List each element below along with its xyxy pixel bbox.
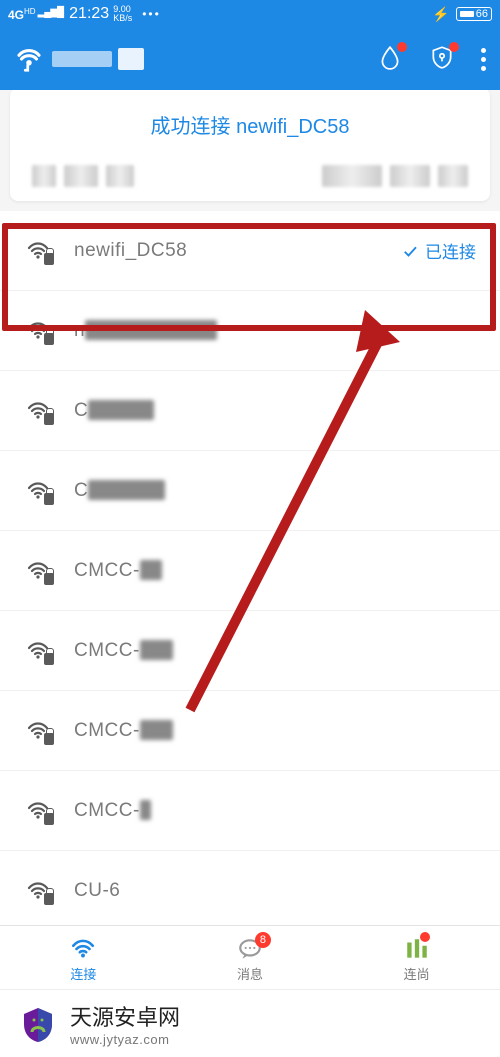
net-speed: 9.00KB/s — [113, 5, 132, 23]
wifi-row[interactable]: C — [0, 451, 500, 531]
wifi-lock-icon — [24, 639, 52, 663]
wifi-lock-icon — [24, 479, 52, 503]
nav-badge: 8 — [255, 932, 271, 948]
wifi-ssid: C — [74, 400, 154, 422]
watermark-logo-icon — [18, 1004, 58, 1044]
wifi-ssid: n — [74, 320, 217, 342]
wifi-ssid: CU-6 — [74, 880, 120, 902]
connection-success-card: 成功连接 newifi_DC58 — [10, 88, 490, 201]
wifi-row[interactable]: newifi_DC58 已连接 — [0, 211, 500, 291]
wifi-lock-icon — [24, 319, 52, 343]
wifi-lock-icon — [24, 239, 52, 263]
watermark-name: 天源安卓网 — [70, 1000, 180, 1032]
nav-label: 连接 — [70, 964, 96, 983]
wifi-ssid: CMCC- — [74, 560, 162, 582]
wifi-ssid: CMCC- — [74, 720, 173, 742]
check-icon — [401, 242, 419, 260]
nav-label: 消息 — [237, 964, 263, 983]
clock: 21:23 — [69, 5, 109, 23]
wifi-row[interactable]: CMCC- — [0, 531, 500, 611]
app-title-redacted — [52, 51, 112, 67]
status-more-icon: ••• — [142, 7, 161, 21]
charging-icon: ⚡ — [432, 6, 449, 23]
connected-indicator: 已连接 — [401, 238, 476, 263]
wifi-lock-icon — [24, 719, 52, 743]
wifi-lock-icon — [24, 559, 52, 583]
nav-tab-connect[interactable]: 连接 — [68, 936, 98, 983]
shield-button[interactable] — [429, 44, 455, 75]
wifi-row[interactable]: C — [0, 371, 500, 451]
wifi-row[interactable]: CMCC- — [0, 611, 500, 691]
wifi-row[interactable]: CU-6 — [0, 851, 500, 931]
status-bar: 4GHD ▂▄▆█ 21:23 9.00KB/s ••• ⚡ 66 — [0, 0, 500, 28]
watermark-bar: 天源安卓网 www.jytyaz.com — [0, 989, 500, 1057]
battery-indicator: 66 — [456, 7, 492, 21]
wifi-row[interactable]: CMCC- — [0, 771, 500, 851]
wifi-lock-icon — [24, 879, 52, 903]
nav-label: 连尚 — [404, 964, 430, 983]
app-title-redacted-2 — [118, 48, 144, 70]
nav-tab-3[interactable]: 连尚 — [402, 936, 432, 983]
watermark-url: www.jytyaz.com — [70, 1032, 169, 1047]
card-detail-row — [26, 165, 474, 187]
wifi-ssid: C — [74, 480, 165, 502]
wifi-lock-icon — [24, 399, 52, 423]
wifi-nav-icon — [68, 936, 98, 962]
connected-label: 已连接 — [425, 238, 476, 263]
overflow-menu-button[interactable] — [481, 48, 486, 71]
wifi-ssid: CMCC- — [74, 800, 151, 822]
app-logo-icon — [14, 44, 44, 74]
wifi-row[interactable]: n — [0, 291, 500, 371]
bottom-nav: 连接 8 消息 连尚 — [0, 925, 500, 989]
wifi-list: newifi_DC58 已连接 n C C CMCC- — [0, 211, 500, 1011]
wifi-lock-icon — [24, 799, 52, 823]
nav-dot — [420, 932, 430, 942]
nav-tab-messages[interactable]: 8 消息 — [235, 936, 265, 983]
app-bar — [0, 28, 500, 90]
water-drop-button[interactable] — [377, 44, 403, 75]
wifi-ssid: newifi_DC58 — [74, 240, 187, 262]
network-type: 4GHD — [8, 7, 36, 22]
wifi-row[interactable]: CMCC- — [0, 691, 500, 771]
notification-dot — [397, 42, 407, 52]
notification-dot — [449, 42, 459, 52]
connection-success-title: 成功连接 newifi_DC58 — [26, 110, 474, 139]
wifi-ssid: CMCC- — [74, 640, 173, 662]
signal-icon: ▂▄▆█ — [38, 7, 64, 18]
